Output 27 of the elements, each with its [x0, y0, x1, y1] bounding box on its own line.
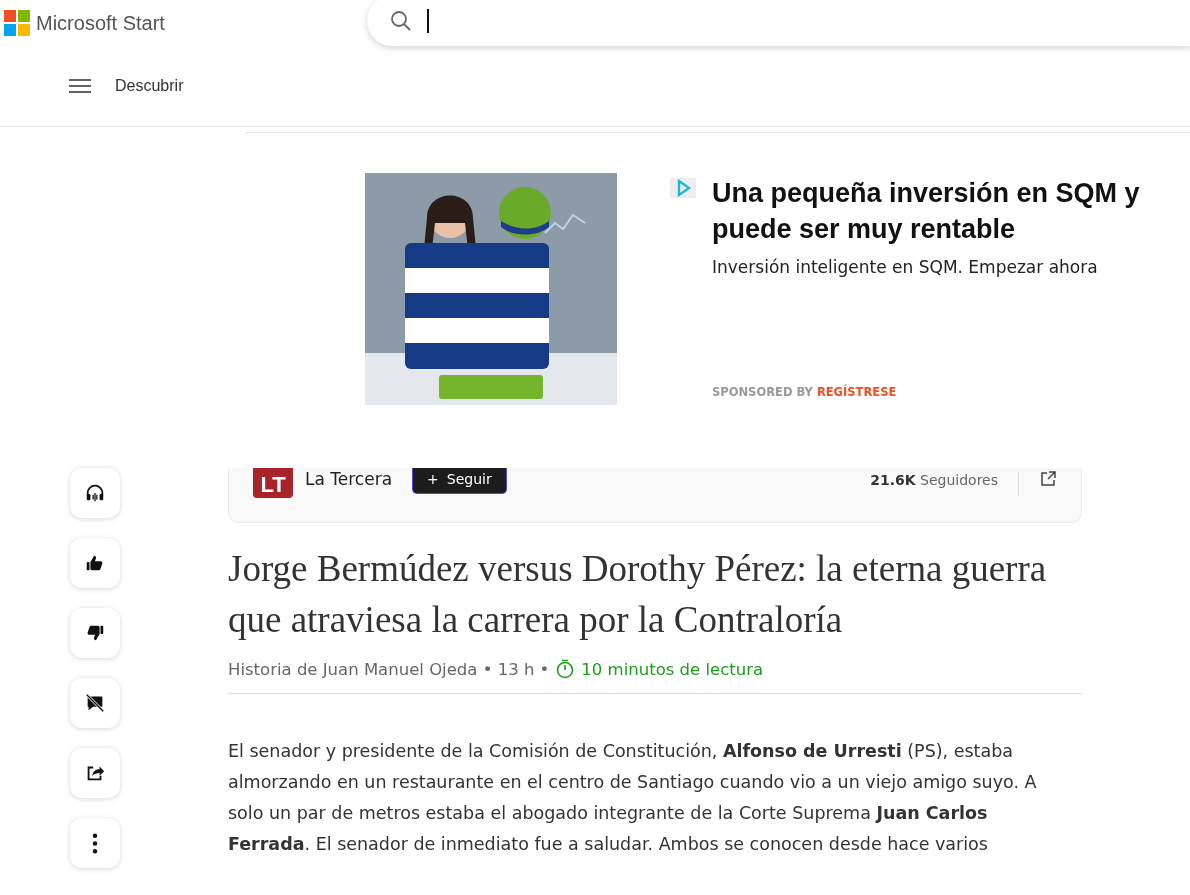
more-options-icon — [92, 832, 98, 854]
thumbs-down-button[interactable] — [70, 608, 120, 658]
read-time: 10 minutos de lectura — [581, 659, 764, 679]
speech-bubble-slash-button[interactable] — [70, 678, 120, 728]
headphones-icon — [84, 482, 106, 504]
sponsor-name[interactable]: REGÍSTRESE — [816, 385, 897, 399]
byline: Historia de Juan Manuel Ojeda • 13 h • — [228, 659, 550, 679]
speech-bubble-slash-icon — [84, 692, 106, 714]
follow-button[interactable]: + Seguir — [412, 468, 507, 494]
site-logo[interactable]: Microsoft Start — [36, 11, 165, 35]
menu-icon[interactable] — [69, 79, 91, 93]
nav-label[interactable]: Descubrir — [115, 77, 184, 95]
article-title: Jorge Bermúdez versus Dorothy Pérez: la eterna guerra que atraviesa la carrera por la Contraloría — [228, 547, 1048, 642]
article-paragraph: El senador y presidente de la Comisión de Constitución, Alfonso de Urresti (PS), estaba almorzando en un restaurante en el centro de Santiago cuando vio a un viejo amigo suyo. A solo un par de metros estaba el abogado integrante de la Corte Suprema Juan Carlos Ferrada. El senador de inmediato fue a saludar. Ambos se conocen desde hace varios — [228, 740, 1038, 856]
headphones-button[interactable] — [70, 468, 120, 518]
ad-headline[interactable]: Una pequeña inversión en SQM y puede ser muy rentable — [712, 175, 1164, 247]
share-button[interactable] — [70, 748, 120, 798]
stopwatch-icon — [555, 659, 576, 679]
external-link-icon[interactable] — [1039, 470, 1057, 488]
ad-description: Inversión inteligente en SQM. Empezar ahora — [712, 257, 1099, 277]
logo-icon — [4, 10, 30, 36]
search-icon — [389, 9, 413, 33]
publisher-name[interactable]: La Tercera — [305, 469, 393, 489]
sponsored-label: SPONSORED BY — [712, 385, 813, 399]
thumbs-up-button[interactable] — [70, 538, 120, 588]
follower-count: 21.6K Seguidores — [870, 472, 1019, 496]
publisher-logo[interactable]: LT — [253, 468, 293, 498]
